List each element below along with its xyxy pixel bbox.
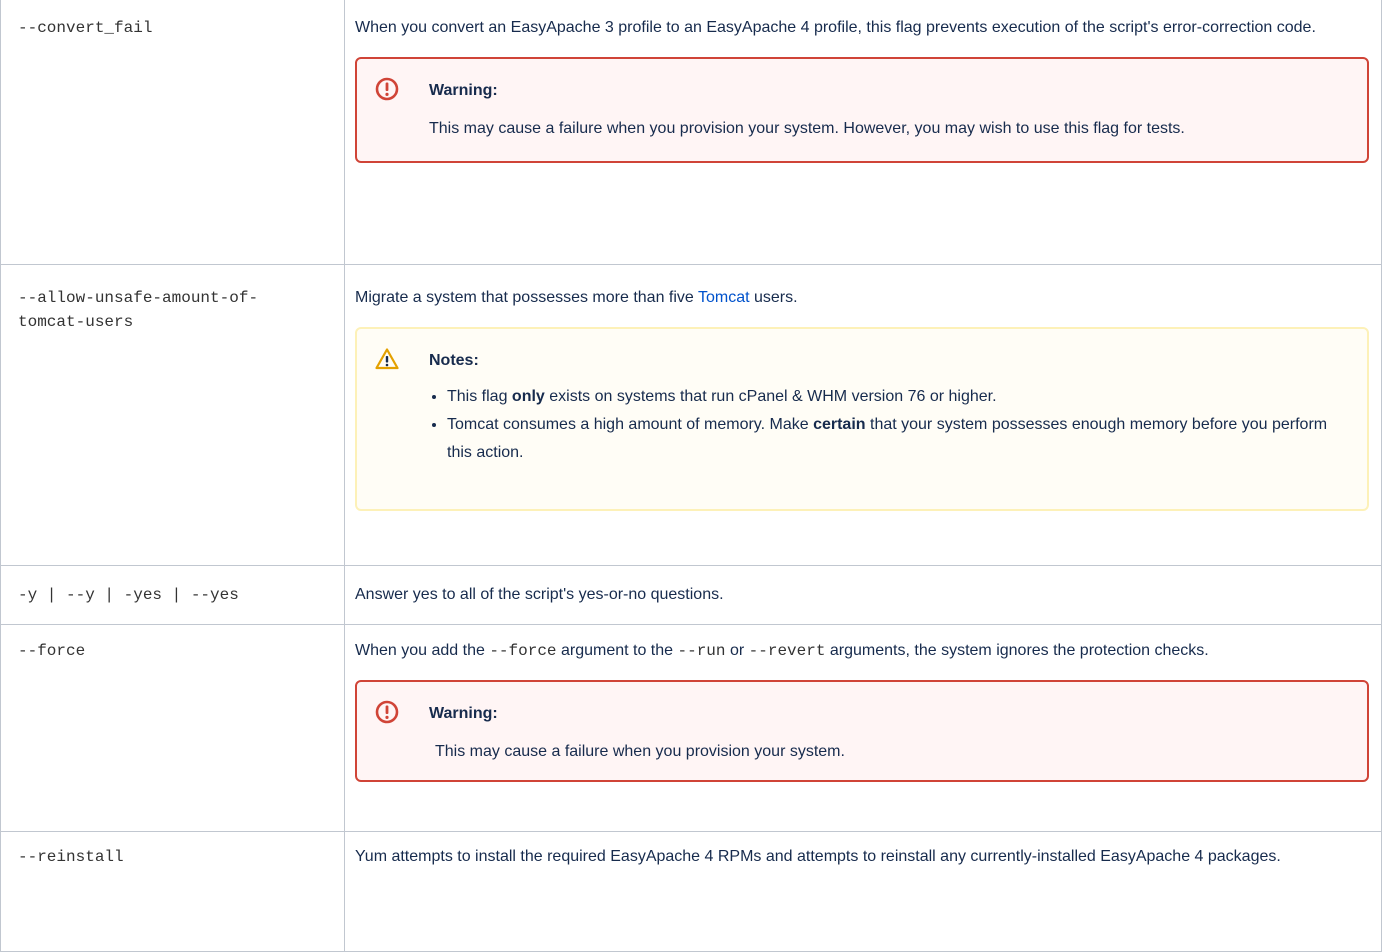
panel-title: Warning: — [429, 82, 498, 99]
list-item-text: This flag — [447, 388, 512, 405]
warning-panel: Warning: This may cause a failure when y… — [355, 57, 1369, 163]
revert-code: --revert — [748, 642, 826, 660]
table-row: --convert_fail When you convert an EasyA… — [0, 0, 1382, 265]
error-circle-icon — [375, 77, 399, 101]
panel-title: Warning: — [429, 705, 498, 722]
tomcat-link[interactable]: Tomcat — [698, 289, 750, 306]
list-item: Tomcat consumes a high amount of memory.… — [447, 411, 1343, 467]
table-row: --force When you add the --force argumen… — [0, 624, 1382, 832]
warning-panel: Warning: This may cause a failure when y… — [355, 680, 1369, 782]
notes-panel: Notes: This flag only exists on systems … — [355, 327, 1369, 511]
flag-cell: -y | --y | -yes | --yes — [0, 565, 345, 625]
run-code: --run — [677, 642, 726, 660]
table-row: --reinstall Yum attempts to install the … — [0, 831, 1382, 952]
panel-title: Notes: — [429, 352, 479, 369]
flags-table: --convert_fail When you convert an EasyA… — [0, 0, 1382, 952]
description-text-part: arguments, the system ignores the protec… — [825, 642, 1209, 659]
description-text: Answer yes to all of the script's yes-or… — [355, 586, 724, 603]
force-code: --force — [489, 642, 557, 660]
list-item-bold: certain — [813, 416, 866, 433]
description-text-part: argument to the — [556, 642, 678, 659]
flag-cell: --reinstall — [0, 831, 345, 952]
flag-cell: --convert_fail — [0, 0, 345, 265]
description-text-part: or — [725, 642, 749, 659]
error-circle-icon — [375, 700, 399, 724]
flag-cell: --force — [0, 624, 345, 832]
description-text: Migrate a system that possesses more tha… — [355, 286, 1369, 310]
description-cell: Migrate a system that possesses more tha… — [344, 264, 1382, 566]
flag-name: --force — [18, 642, 86, 660]
description-text-part: When you add the — [355, 642, 490, 659]
list-item-text: Tomcat consumes a high amount of memory.… — [447, 416, 814, 433]
list-item-bold: only — [511, 388, 545, 405]
list-item-text: exists on systems that run cPanel & WHM … — [544, 388, 997, 405]
description-text-post: users. — [749, 289, 798, 306]
description-cell: Yum attempts to install the required Eas… — [344, 831, 1382, 952]
flag-name: --convert_fail — [18, 19, 153, 37]
description-text-pre: Migrate a system that possesses more tha… — [355, 289, 698, 306]
flag-name-line-2: tomcat-users — [18, 313, 134, 331]
flag-name: -y | --y | -yes | --yes — [18, 586, 239, 604]
flag-name: --reinstall — [18, 848, 124, 866]
description-text: When you add the --force argument to the… — [355, 639, 1369, 663]
table-row: -y | --y | -yes | --yes Answer yes to al… — [0, 565, 1382, 625]
panel-body: This may cause a failure when you provis… — [429, 120, 1185, 137]
description-text: Yum attempts to install the required Eas… — [355, 848, 1281, 865]
description-cell: Answer yes to all of the script's yes-or… — [344, 565, 1382, 625]
description-cell: When you convert an EasyApache 3 profile… — [344, 0, 1382, 265]
panel-body: This may cause a failure when you provis… — [435, 743, 845, 760]
warning-triangle-icon — [375, 348, 399, 370]
list-item: This flag only exists on systems that ru… — [447, 383, 1343, 411]
notes-list: This flag only exists on systems that ru… — [429, 383, 1343, 467]
flag-name-line-1: --allow-unsafe-amount-of- — [18, 289, 259, 307]
description-text: When you convert an EasyApache 3 profile… — [355, 19, 1316, 36]
table-row: --allow-unsafe-amount-of- tomcat-users M… — [0, 264, 1382, 566]
panel-body: This flag only exists on systems that ru… — [379, 383, 1343, 467]
flag-cell: --allow-unsafe-amount-of- tomcat-users — [0, 264, 345, 566]
description-cell: When you add the --force argument to the… — [344, 624, 1382, 832]
